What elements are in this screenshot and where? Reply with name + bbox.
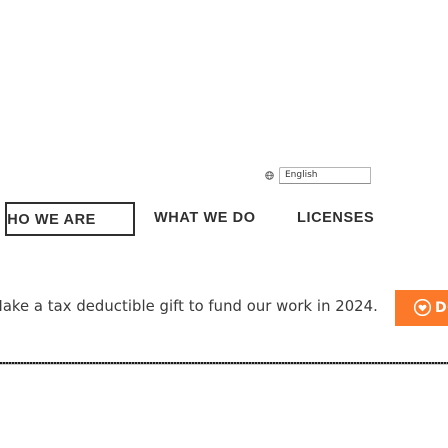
nav-item-what-we-do[interactable]: WHAT WE DO bbox=[154, 202, 284, 236]
globe-icon bbox=[265, 171, 274, 180]
nav-item-licenses[interactable]: LICENSES bbox=[297, 202, 448, 236]
donate-button-content: DONATE bbox=[414, 299, 448, 316]
footer-divider-shadow bbox=[0, 364, 448, 365]
donate-button-label: DONATE bbox=[435, 299, 448, 316]
heart-icon bbox=[414, 299, 431, 316]
language-switcher: English bbox=[265, 167, 371, 184]
donate-message: Make a tax deductible gift to fund our w… bbox=[0, 298, 378, 315]
donate-button[interactable]: DONATE bbox=[395, 290, 448, 326]
main-nav: WHO WE ARE WHAT WE DO LICENSES bbox=[0, 202, 448, 236]
donate-banner: Make a tax deductible gift to fund our w… bbox=[0, 290, 448, 330]
nav-item-who-we-are[interactable]: WHO WE ARE bbox=[5, 202, 135, 236]
language-select[interactable]: English bbox=[279, 167, 371, 184]
